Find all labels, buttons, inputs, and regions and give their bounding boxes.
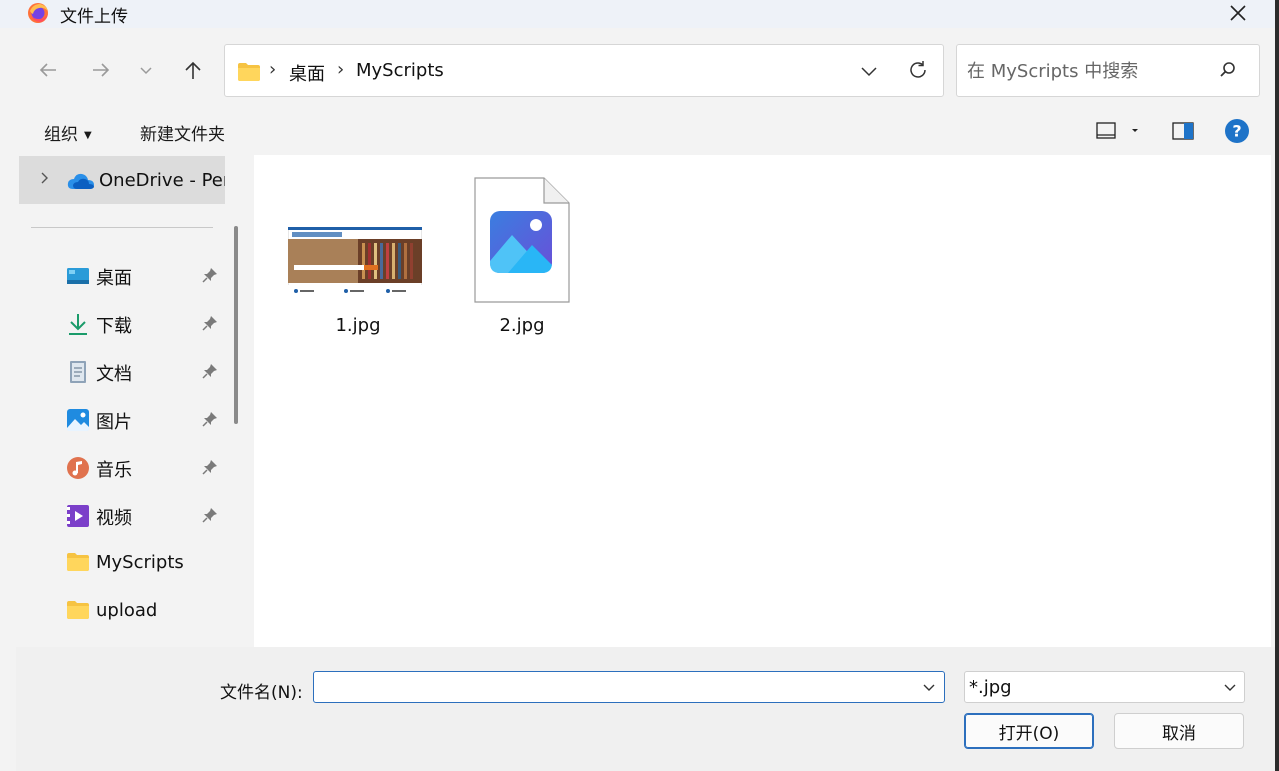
cancel-button[interactable]: 取消 — [1114, 713, 1244, 749]
nav-label: 视频 — [96, 508, 132, 529]
nav-label: 图片 — [96, 412, 132, 433]
onedrive-cloud-icon — [67, 172, 95, 194]
window-edge — [1275, 0, 1279, 771]
pin-icon[interactable] — [202, 459, 218, 479]
file-type-value: *.jpg — [969, 677, 1012, 698]
nav-item-myscripts[interactable]: MyScripts — [16, 542, 225, 586]
view-toggle-icon[interactable] — [1096, 120, 1144, 146]
nav-item-videos[interactable]: 视频 — [16, 494, 225, 538]
organize-label: 组织 — [44, 125, 78, 145]
address-row: › 桌面 › MyScripts — [16, 28, 1275, 108]
nav-label: 文档 — [96, 364, 132, 385]
pin-icon[interactable] — [202, 507, 218, 527]
close-icon[interactable] — [1225, 0, 1251, 26]
library-website-thumbnail — [287, 226, 423, 305]
chevron-right-icon[interactable] — [37, 171, 51, 189]
nav-item-upload[interactable]: upload — [16, 590, 225, 634]
filename-label: 文件名(N): — [220, 683, 303, 703]
breadcrumb-separator: › — [337, 59, 345, 80]
file-item-1[interactable]: 1.jpg — [284, 175, 436, 345]
new-folder-button[interactable]: 新建文件夹 — [140, 120, 225, 145]
search-box[interactable] — [956, 44, 1260, 97]
caret-down-icon: ▼ — [84, 129, 92, 141]
window-title: 文件上传 — [60, 7, 128, 27]
navigation-pane: OneDrive - Per 桌面 下载 文档 图片 音乐 视频 MyScrip… — [16, 155, 225, 647]
help-icon[interactable]: ? — [1224, 118, 1250, 148]
organize-menu[interactable]: 组织 ▼ — [44, 120, 92, 145]
nav-label: 下载 — [96, 316, 132, 337]
nav-label: upload — [96, 600, 158, 621]
nav-item-documents[interactable]: 文档 — [16, 350, 225, 394]
breadcrumb-separator: › — [269, 59, 277, 80]
nav-label: 桌面 — [96, 268, 132, 289]
filename-combobox[interactable] — [313, 671, 945, 703]
document-icon — [66, 360, 90, 384]
open-button[interactable]: 打开(O) — [964, 713, 1094, 749]
nav-item-pictures[interactable]: 图片 — [16, 398, 225, 442]
file-list: 1.jpg 2.jpg — [250, 155, 1271, 647]
nav-item-desktop[interactable]: 桌面 — [16, 254, 225, 298]
pin-icon[interactable] — [202, 315, 218, 335]
chevron-down-icon[interactable] — [922, 681, 936, 699]
pin-icon[interactable] — [202, 363, 218, 383]
pin-icon[interactable] — [202, 267, 218, 287]
music-icon — [66, 456, 90, 480]
folder-icon — [237, 62, 261, 86]
onedrive-label: OneDrive - Per — [99, 170, 225, 191]
pictures-icon — [66, 408, 90, 432]
back-arrow-icon[interactable] — [30, 52, 66, 88]
title-bar: 文件上传 — [0, 0, 1275, 28]
command-bar: 组织 ▼ 新建文件夹 ? — [16, 108, 1275, 155]
search-icon[interactable] — [1219, 61, 1237, 83]
download-icon — [66, 312, 90, 336]
nav-item-onedrive[interactable]: OneDrive - Per — [19, 156, 225, 204]
recent-locations-chevron-icon[interactable] — [128, 52, 164, 88]
filename-input[interactable] — [322, 676, 902, 698]
dialog-footer: 文件名(N): *.jpg 打开(O) 取消 — [16, 647, 1275, 771]
address-dropdown-icon[interactable] — [859, 61, 879, 85]
desktop-icon — [66, 264, 90, 288]
svg-text:?: ? — [1232, 122, 1241, 141]
breadcrumb-myscripts[interactable]: MyScripts — [356, 60, 444, 81]
firefox-icon — [27, 2, 49, 24]
forward-arrow-icon[interactable] — [83, 52, 119, 88]
breadcrumb-desktop[interactable]: 桌面 — [289, 60, 325, 86]
nav-label: MyScripts — [96, 552, 184, 573]
pin-icon[interactable] — [202, 411, 218, 431]
file-type-filter[interactable]: *.jpg — [964, 671, 1245, 703]
nav-item-music[interactable]: 音乐 — [16, 446, 225, 490]
search-input[interactable] — [967, 59, 1207, 83]
refresh-icon[interactable] — [907, 59, 929, 85]
nav-label: 音乐 — [96, 460, 132, 481]
nav-item-downloads[interactable]: 下载 — [16, 302, 225, 346]
chevron-down-icon[interactable] — [1223, 681, 1237, 699]
image-file-icon — [474, 177, 570, 307]
nav-divider — [31, 227, 213, 228]
up-arrow-icon[interactable] — [175, 52, 211, 88]
preview-pane-icon[interactable] — [1172, 120, 1194, 146]
folder-icon — [66, 552, 90, 576]
file-item-2[interactable]: 2.jpg — [446, 175, 598, 345]
nav-scrollbar[interactable] — [234, 226, 238, 424]
file-name: 2.jpg — [499, 315, 545, 336]
address-bar[interactable]: › 桌面 › MyScripts — [224, 44, 944, 97]
folder-icon — [66, 600, 90, 624]
file-name: 1.jpg — [335, 315, 381, 336]
video-icon — [66, 504, 90, 528]
